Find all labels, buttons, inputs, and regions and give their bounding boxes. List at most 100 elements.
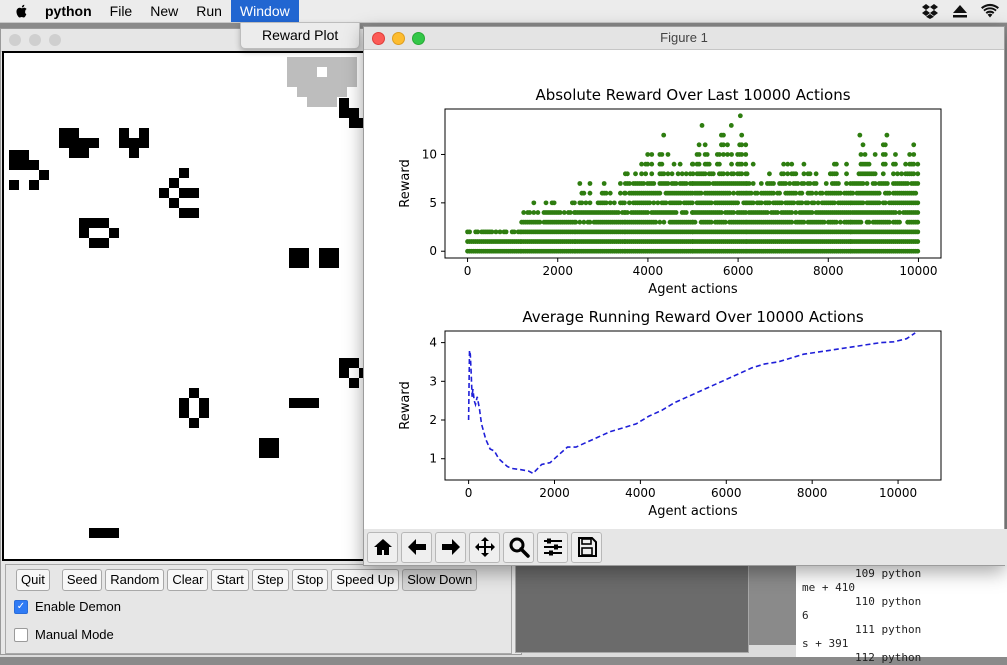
live-cell [19, 160, 29, 170]
live-cell [59, 128, 69, 138]
live-cell [339, 98, 349, 108]
scatter-point [624, 171, 630, 177]
scatter-point [857, 132, 863, 138]
scatter-point [884, 181, 890, 186]
scatter-point [884, 132, 890, 138]
x-tick-label: 2000 [539, 486, 570, 500]
scatter-point [587, 200, 593, 206]
scatter-point [649, 171, 655, 177]
minimize-icon[interactable] [29, 34, 41, 46]
scatter-point [860, 142, 866, 148]
scatter-point [716, 161, 722, 167]
live-cell [269, 448, 279, 458]
scatter-point [882, 161, 888, 167]
live-cell [79, 148, 89, 158]
menu-item-reward-plot[interactable]: Reward Plot [241, 23, 359, 47]
apple-icon[interactable] [14, 3, 30, 19]
home-button[interactable] [367, 531, 398, 563]
live-cell [189, 418, 199, 428]
live-cell [109, 528, 119, 538]
x-tick-label: 4000 [633, 264, 664, 278]
start-button[interactable]: Start [211, 569, 249, 591]
step-button[interactable]: Step [251, 569, 289, 591]
wifi-icon[interactable] [981, 3, 999, 19]
menu-window[interactable]: Window [230, 0, 299, 22]
dropbox-icon[interactable] [921, 3, 939, 19]
forward-button[interactable] [435, 531, 466, 563]
menu-new[interactable]: New [141, 0, 187, 22]
scatter-point [622, 200, 627, 206]
live-cell [199, 398, 209, 408]
figure-titlebar: Figure 1 [364, 27, 1004, 50]
live-cell [349, 118, 359, 128]
scatter-point [677, 161, 683, 167]
scatter-point [651, 181, 657, 186]
scatter-point [893, 161, 898, 167]
live-cell [299, 248, 309, 258]
configure-subplots-button[interactable] [537, 531, 568, 563]
enable-demon-checkbox[interactable]: ✓ Enable Demon [14, 599, 121, 614]
maximize-icon[interactable] [49, 34, 61, 46]
scatter-point [813, 181, 819, 186]
menu-file[interactable]: File [101, 0, 142, 22]
scatter-point [915, 229, 921, 235]
x-tick-label: 6000 [723, 264, 754, 278]
live-cell [89, 138, 99, 148]
configure-subplots-icon [543, 538, 562, 556]
scatter-point [858, 219, 864, 225]
menu-run[interactable]: Run [187, 0, 231, 22]
maximize-icon[interactable] [412, 32, 425, 45]
scatter-point [872, 152, 878, 157]
scatter-point [743, 161, 749, 167]
slow-down-button[interactable]: Slow Down [402, 569, 478, 591]
pan-button[interactable] [469, 531, 500, 563]
checkbox-empty-icon[interactable] [14, 627, 28, 642]
live-cell [189, 188, 199, 198]
manual-mode-label: Manual Mode [35, 627, 114, 642]
scatter-point [915, 210, 921, 215]
manual-mode-checkbox[interactable]: Manual Mode [14, 627, 114, 642]
clear-button[interactable]: Clear [167, 569, 209, 591]
live-cell [349, 358, 359, 368]
random-button[interactable]: Random [105, 569, 165, 591]
close-icon[interactable] [372, 32, 385, 45]
control-panel: Quit Seed Random Clear Start Step Stop S… [5, 564, 512, 654]
scatter-point [758, 181, 764, 186]
live-cell [89, 218, 99, 228]
live-cell [129, 138, 139, 148]
terminal-line: s + 391 [802, 637, 849, 650]
figure-window: Figure 1 0 2000 4000 6000 8000 10000 0 5 10 Absol… [363, 26, 1007, 566]
minimize-icon[interactable] [392, 32, 405, 45]
scatter-point [793, 171, 799, 177]
back-button[interactable] [401, 531, 432, 563]
scatter-point [607, 190, 613, 196]
checkmark-icon[interactable]: ✓ [14, 599, 28, 614]
y-tick-label: 0 [429, 244, 437, 258]
live-cell [19, 150, 29, 160]
scatter-point [543, 200, 549, 206]
x-tick-label: 8000 [813, 264, 844, 278]
speed-up-button[interactable]: Speed Up [331, 569, 400, 591]
scatter-point [535, 210, 541, 215]
menu-app-name[interactable]: python [36, 0, 101, 22]
zoom-button[interactable] [503, 531, 534, 563]
scatter-point [696, 142, 702, 148]
x-tick-label: 0 [464, 264, 472, 278]
quit-button[interactable]: Quit [16, 569, 50, 591]
live-cell [59, 138, 69, 148]
scatter-point [706, 161, 712, 167]
stop-button[interactable]: Stop [291, 569, 329, 591]
live-cell [169, 178, 179, 188]
figure-toolbar [364, 529, 1007, 565]
y-axis-label: Reward [398, 381, 413, 429]
scatter-point [633, 171, 638, 177]
scatter-point [915, 239, 921, 244]
save-button[interactable] [571, 531, 602, 563]
live-cell [99, 528, 109, 538]
seed-button[interactable]: Seed [61, 569, 103, 591]
eject-icon[interactable] [951, 3, 969, 19]
live-cell [39, 170, 49, 180]
background-terminal: 109 python me + 410 110 python 6 111 pytho… [796, 563, 1007, 664]
close-icon[interactable] [9, 34, 21, 46]
scatter-point [777, 190, 782, 196]
